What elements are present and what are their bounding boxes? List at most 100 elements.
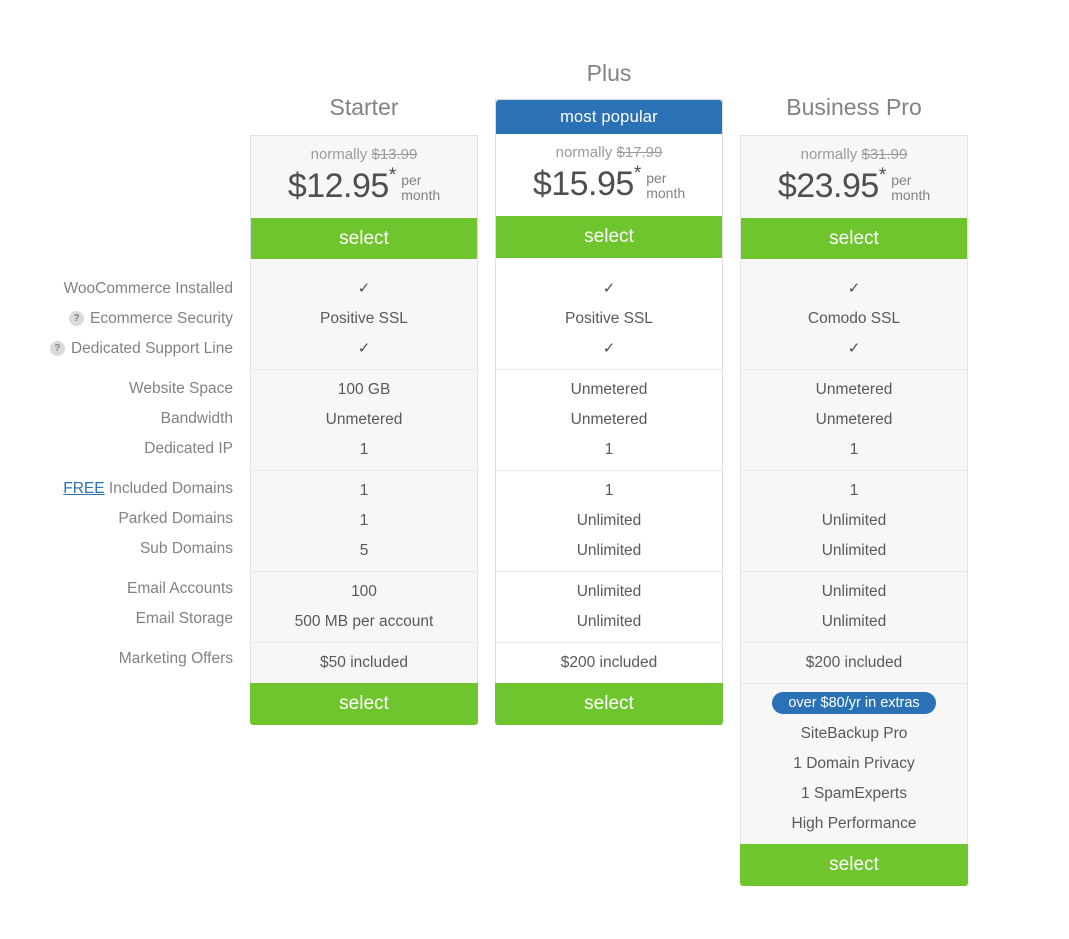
feature-value-row: ✓ — [741, 334, 967, 364]
feature-value-group: 1 Unlimited Unlimited — [741, 470, 967, 571]
feature-label-text: Ecommerce Security — [90, 310, 233, 327]
label-group-gap — [0, 464, 236, 474]
feature-value-text: Unmetered — [325, 411, 403, 428]
feature-value-row: Unmetered — [741, 405, 967, 435]
feature-label-row: Dedicated IP — [0, 434, 236, 464]
feature-value-text: 1 Domain Privacy — [793, 755, 915, 772]
question-mark-icon[interactable]: ? — [69, 311, 85, 326]
plan-title: Plus — [586, 60, 632, 86]
price-period-unit: month — [891, 186, 931, 203]
feature-value-text: 5 — [359, 542, 369, 559]
feature-value-text: $50 included — [320, 654, 408, 671]
price-box: normally $13.99 $12.95* per month — [251, 136, 477, 218]
feature-value-text: Unmetered — [570, 381, 648, 398]
select-button-top-plus[interactable]: select — [496, 216, 722, 258]
checkmark-icon: ✓ — [602, 280, 616, 297]
feature-value-text: 1 — [604, 482, 614, 499]
feature-value-text: Unlimited — [821, 512, 887, 529]
checkmark-icon: ✓ — [602, 340, 616, 357]
original-price: $31.99 — [861, 146, 908, 163]
pricing-table: WooCommerce Installed? Ecommerce Security… — [0, 0, 1069, 939]
feature-label-row: Parked Domains — [0, 504, 236, 534]
feature-value-text: Unlimited — [821, 583, 887, 600]
feature-value-row: 1 Domain Privacy — [741, 749, 967, 779]
feature-value-row: Unmetered — [496, 405, 722, 435]
feature-value-row: 100 — [251, 577, 477, 607]
feature-value-row: High Performance — [741, 809, 967, 839]
feature-label-row: Sub Domains — [0, 534, 236, 564]
feature-label-row: Email Accounts — [0, 574, 236, 604]
feature-value-row: Comodo SSL — [741, 304, 967, 334]
feature-label-text: Dedicated IP — [144, 440, 233, 457]
plan-title: Business Pro — [786, 94, 922, 120]
normally-prefix: normally — [800, 146, 858, 163]
feature-value-text: 500 MB per account — [294, 613, 434, 630]
normally-price: normally $13.99 — [251, 147, 477, 162]
feature-label-text: Included Domains — [108, 480, 233, 497]
feature-value-text: Unlimited — [821, 613, 887, 630]
feature-value-row: ✓ — [251, 274, 477, 304]
select-button-bottom-starter[interactable]: select — [250, 683, 478, 725]
feature-label-row: Marketing Offers — [0, 644, 236, 674]
feature-label-row: ? Dedicated Support Line — [0, 334, 236, 364]
normally-prefix: normally — [555, 144, 613, 161]
feature-value-row: 1 — [741, 476, 967, 506]
feature-value-row: 1 — [251, 506, 477, 536]
feature-value-text: Positive SSL — [565, 310, 653, 327]
label-group-gap — [0, 364, 236, 374]
feature-value-text: $200 included — [805, 654, 903, 671]
feature-value-text: 1 — [849, 441, 859, 458]
feature-value-text: 100 GB — [337, 381, 391, 398]
feature-value-row: Unmetered — [741, 375, 967, 405]
select-button-bottom-plus[interactable]: select — [495, 683, 723, 725]
feature-value-text: Unlimited — [576, 583, 642, 600]
price-asterisk: * — [388, 165, 397, 186]
price-period-unit: month — [646, 184, 686, 201]
feature-label-text: Email Storage — [135, 610, 233, 627]
feature-value-row: 100 GB — [251, 375, 477, 405]
feature-value-text: 1 — [359, 512, 369, 529]
extras-badge-row: over $80/yr in extras — [741, 689, 967, 719]
feature-value-text: Unlimited — [576, 542, 642, 559]
feature-value-row: 1 — [251, 435, 477, 465]
checkmark-icon: ✓ — [357, 280, 371, 297]
select-button-bottom-business-pro[interactable]: select — [740, 844, 968, 886]
price-line: $15.95* per month — [496, 164, 722, 201]
plan-header-card: most popular normally $17.99 $15.95* per mon… — [495, 99, 723, 258]
feature-value-group: $200 included — [496, 642, 722, 683]
feature-value-text: Positive SSL — [320, 310, 408, 327]
free-domains-link[interactable]: FREE — [63, 480, 104, 497]
feature-value-row: $200 included — [741, 648, 967, 678]
price-box: normally $31.99 $23.95* per month — [741, 136, 967, 218]
feature-value-text: 1 — [849, 482, 859, 499]
price-amount: $15.95 — [532, 164, 635, 203]
feature-value-row: Unlimited — [741, 536, 967, 566]
feature-value-row: 1 — [496, 476, 722, 506]
normally-price: normally $31.99 — [741, 147, 967, 162]
feature-value-text: 1 — [604, 441, 614, 458]
select-button-bottom-wrap: select — [495, 683, 723, 725]
feature-value-text: Unmetered — [570, 411, 648, 428]
feature-value-row: Unlimited — [741, 607, 967, 637]
select-button-top-business-pro[interactable]: select — [741, 218, 967, 260]
feature-value-row: Positive SSL — [496, 304, 722, 334]
feature-value-group: 100 500 MB per account — [251, 571, 477, 642]
feature-label-row: FREE Included Domains — [0, 474, 236, 504]
label-group-gap — [0, 564, 236, 574]
feature-label-row: ? Ecommerce Security — [0, 304, 236, 334]
feature-label-text: Email Accounts — [127, 580, 233, 597]
feature-label-text: WooCommerce Installed — [63, 280, 233, 297]
select-button-bottom-wrap: select — [740, 844, 968, 886]
price-period-per: per — [646, 169, 667, 186]
original-price: $17.99 — [616, 144, 663, 161]
feature-value-text: Unlimited — [576, 512, 642, 529]
feature-value-row: $50 included — [251, 648, 477, 678]
extras-badge: over $80/yr in extras — [772, 692, 936, 714]
feature-value-row: 500 MB per account — [251, 607, 477, 637]
original-price: $13.99 — [371, 146, 418, 163]
feature-value-text: Unlimited — [576, 613, 642, 630]
feature-value-row: $200 included — [496, 648, 722, 678]
question-mark-icon[interactable]: ? — [49, 341, 65, 356]
price-amount: $23.95 — [777, 166, 880, 205]
select-button-top-starter[interactable]: select — [251, 218, 477, 260]
